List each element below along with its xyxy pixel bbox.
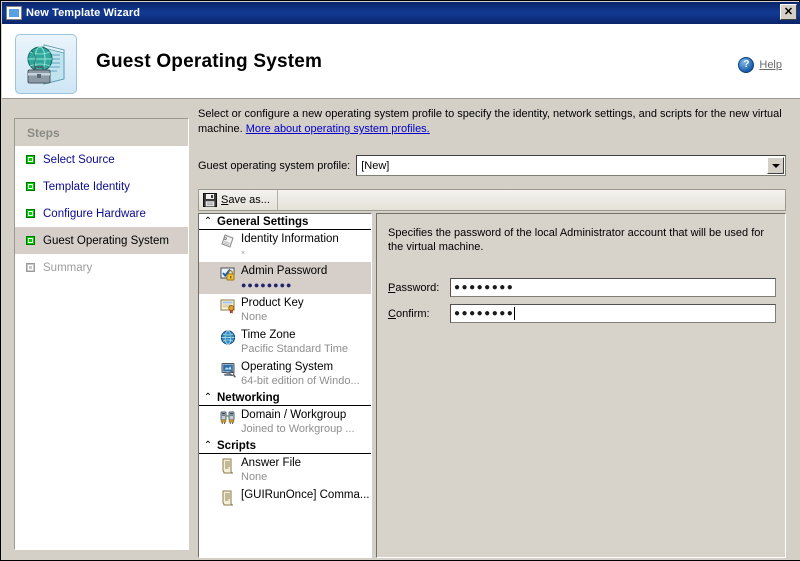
confirm-value: ●●●●●●●●	[454, 308, 515, 319]
tree-item-subtitle: ●●●●●●●●	[241, 280, 293, 290]
globe-clock-icon	[219, 329, 237, 347]
step-label: Select Source	[43, 153, 115, 166]
script-scroll-icon	[219, 489, 237, 507]
password-label: Password:	[388, 282, 450, 294]
wizard-window: New Template Wizard ✕ Guest Operating Sy…	[0, 0, 800, 561]
chevron-down-icon[interactable]	[767, 157, 784, 174]
tree-item-answer-file[interactable]: Answer File None	[199, 454, 371, 486]
save-as-button[interactable]: Save as...	[199, 190, 278, 210]
guest-os-profile-select[interactable]: [New]	[356, 155, 786, 176]
settings-tree[interactable]: ⌃ General Settings Identity Information	[198, 213, 372, 558]
confirm-label-rest: onfirm:	[395, 307, 430, 320]
script-scroll-icon	[219, 457, 237, 475]
step-label: Configure Hardware	[43, 207, 146, 220]
tree-item-title: Identity Information	[241, 233, 339, 245]
tree-item-title: [GUIRunOnce] Comma...	[241, 489, 370, 501]
password-input[interactable]: ●●●●●●●●	[450, 278, 776, 297]
tree-item-product-key[interactable]: Product Key None	[199, 294, 371, 326]
step-label: Guest Operating System	[43, 234, 169, 247]
steps-panel: Steps Select Source Template Identity Co…	[14, 118, 189, 550]
confirm-input[interactable]: ●●●●●●●●	[450, 304, 776, 323]
profile-label: Guest operating system profile:	[198, 159, 351, 172]
confirm-label: Confirm:	[388, 308, 450, 320]
tree-item-title: Domain / Workgroup	[241, 409, 347, 421]
profile-toolbar: Save as...	[198, 189, 786, 211]
password-field-row: Password: ●●●●●●●●	[388, 278, 776, 297]
page-title: Guest Operating System	[96, 51, 323, 72]
text-caret	[514, 307, 515, 320]
password-label-rest: assword:	[395, 281, 440, 294]
operating-system-monitor-icon	[219, 361, 237, 379]
wizard-body: Steps Select Source Template Identity Co…	[2, 99, 800, 560]
confirm-accel: C	[388, 307, 396, 320]
tree-group-label: General Settings	[217, 215, 309, 228]
sidebar-item-configure-hardware[interactable]: Configure Hardware	[15, 200, 188, 227]
tree-item-domain-workgroup[interactable]: Domain / Workgroup Joined to Workgroup .…	[199, 406, 371, 438]
tree-item-subtitle: ×	[241, 250, 246, 257]
tree-item-title: Operating System	[241, 361, 334, 373]
tree-item-title: Admin Password	[241, 265, 328, 277]
guest-os-server-icon	[15, 34, 77, 94]
chevron-up-icon: ⌃	[203, 391, 213, 403]
step-status-icon	[26, 182, 35, 191]
step-label: Summary	[43, 261, 93, 274]
identity-tag-icon	[219, 233, 237, 251]
tree-group-general-settings[interactable]: ⌃ General Settings	[199, 214, 371, 230]
detail-description: Specifies the password of the local Admi…	[388, 227, 765, 253]
step-label: Template Identity	[43, 180, 130, 193]
step-status-icon	[26, 263, 35, 272]
tree-item-admin-password[interactable]: Admin Password ●●●●●●●●	[199, 262, 371, 294]
tree-item-title: Time Zone	[241, 329, 296, 341]
tree-group-label: Scripts	[217, 439, 256, 452]
window-title: New Template Wizard	[26, 7, 141, 19]
product-key-certificate-icon	[219, 297, 237, 315]
tree-item-title: Product Key	[241, 297, 304, 309]
steps-header: Steps	[15, 119, 188, 146]
close-button[interactable]: ✕	[780, 4, 797, 20]
help-question-icon: ?	[738, 57, 755, 73]
tree-group-scripts[interactable]: ⌃ Scripts	[199, 438, 371, 454]
help-label: Help	[759, 59, 782, 71]
sidebar-item-select-source[interactable]: Select Source	[15, 146, 188, 173]
sidebar-item-template-identity[interactable]: Template Identity	[15, 173, 188, 200]
profile-selected-value: [New]	[361, 159, 390, 172]
tree-group-networking[interactable]: ⌃ Networking	[199, 390, 371, 406]
tree-item-subtitle: Joined to Workgroup ...	[241, 423, 355, 435]
chevron-up-icon: ⌃	[203, 439, 213, 451]
save-as-rest: ave as...	[228, 194, 270, 206]
tree-item-operating-system[interactable]: Operating System 64-bit edition of Windo…	[199, 358, 371, 390]
window-icon	[6, 6, 22, 20]
tree-item-title: Answer File	[241, 457, 302, 469]
intro-text: Select or configure a new operating syst…	[198, 107, 783, 137]
floppy-save-icon	[203, 193, 217, 207]
tree-item-time-zone[interactable]: Time Zone Pacific Standard Time	[199, 326, 371, 358]
title-bar: New Template Wizard ✕	[2, 2, 800, 24]
profile-row: Guest operating system profile: [New]	[198, 155, 786, 176]
sidebar-item-guest-operating-system[interactable]: Guest Operating System	[15, 227, 188, 254]
admin-password-lock-icon	[219, 265, 237, 283]
tree-item-subtitle: None	[241, 311, 268, 323]
confirm-field-row: Confirm: ●●●●●●●●	[388, 304, 776, 323]
more-about-profiles-link[interactable]: More about operating system profiles.	[246, 123, 430, 135]
step-status-icon	[26, 155, 35, 164]
tree-group-label: Networking	[217, 391, 280, 404]
tree-item-identity-information[interactable]: Identity Information ×	[199, 230, 371, 262]
step-status-icon	[26, 209, 35, 218]
chevron-up-icon: ⌃	[203, 215, 213, 227]
step-status-icon	[26, 236, 35, 245]
detail-pane: Specifies the password of the local Admi…	[376, 213, 786, 558]
tree-item-guirunonce-command[interactable]: [GUIRunOnce] Comma...	[199, 486, 371, 516]
network-servers-icon	[219, 409, 237, 427]
sidebar-item-summary[interactable]: Summary	[15, 254, 188, 281]
steps-header-label: Steps	[27, 125, 60, 140]
page-header: Guest Operating System ? Help	[2, 24, 800, 99]
save-as-label: Save as...	[221, 194, 270, 206]
help-link[interactable]: ? Help	[738, 57, 782, 73]
tree-item-subtitle: 64-bit edition of Windo...	[241, 375, 360, 387]
tree-item-subtitle: None	[241, 471, 268, 483]
tree-item-subtitle: Pacific Standard Time	[241, 343, 348, 355]
wizard-content: Select or configure a new operating syst…	[198, 107, 790, 558]
